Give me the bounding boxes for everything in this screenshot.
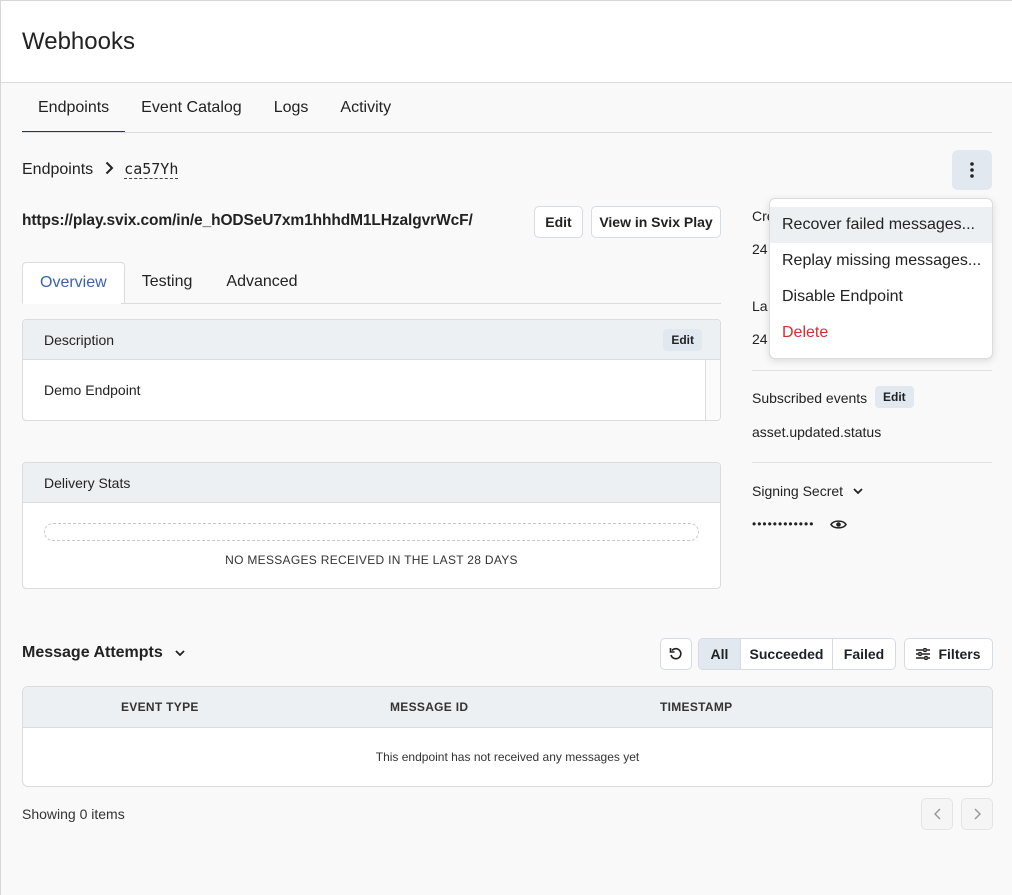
endpoint-actions-menu: Recover failed messages... Replay missin… (769, 198, 993, 359)
message-attempts-title: Message Attempts (22, 644, 163, 661)
menu-item-replay-missing[interactable]: Replay missing messages... (770, 243, 992, 279)
description-card-header: Description Edit (23, 320, 720, 360)
column-event-type: EVENT TYPE (121, 700, 199, 714)
refresh-icon (669, 647, 682, 660)
subscribed-event-item: asset.updated.status (752, 424, 882, 440)
last-value: 24 (752, 331, 768, 347)
subtab-advanced[interactable]: Advanced (209, 262, 314, 304)
created-value: 24 (752, 241, 768, 257)
signing-secret-toggle[interactable]: Signing Secret (752, 483, 863, 499)
eye-icon (830, 520, 847, 529)
status-filter-group: All Succeeded Failed (698, 638, 896, 670)
breadcrumb: Endpoints ca57Yh (22, 160, 179, 179)
subtab-testing[interactable]: Testing (125, 262, 210, 304)
sliders-icon (916, 648, 931, 660)
filter-all-button[interactable]: All (699, 639, 740, 669)
table-header: EVENT TYPE MESSAGE ID TIMESTAMP (23, 687, 992, 728)
breadcrumb-root[interactable]: Endpoints (22, 161, 93, 179)
description-card: Description Edit Demo Endpoint (22, 319, 721, 421)
signing-secret-value: •••••••••••• (752, 517, 815, 531)
endpoint-subtabs: Overview Testing Advanced (22, 262, 315, 304)
items-count: Showing 0 items (22, 806, 125, 822)
menu-item-recover-failed[interactable]: Recover failed messages... (770, 207, 992, 243)
description-text: Demo Endpoint (44, 382, 141, 398)
subscribed-events-label: Subscribed events (752, 390, 868, 406)
show-secret-button[interactable] (830, 518, 847, 536)
tab-event-catalog[interactable]: Event Catalog (125, 83, 258, 133)
filter-failed-button[interactable]: Failed (832, 639, 895, 669)
side-divider (752, 370, 992, 371)
message-attempts-table: EVENT TYPE MESSAGE ID TIMESTAMP This end… (22, 686, 993, 787)
more-actions-button[interactable] (952, 150, 992, 190)
signing-secret-label: Signing Secret (752, 483, 844, 499)
edit-description-button[interactable]: Edit (663, 329, 702, 351)
tab-endpoints[interactable]: Endpoints (22, 83, 126, 133)
column-timestamp: TIMESTAMP (660, 700, 733, 714)
filters-button[interactable]: Filters (904, 638, 993, 670)
stats-bar-placeholder (44, 523, 699, 541)
chevron-right-icon (105, 161, 114, 178)
view-in-svix-play-button[interactable]: View in Svix Play (591, 206, 721, 238)
column-message-id: MESSAGE ID (390, 700, 469, 714)
chevron-down-icon (853, 488, 863, 494)
breadcrumb-current: ca57Yh (124, 160, 179, 179)
chevron-right-icon (973, 808, 981, 820)
endpoint-url: https://play.svix.com/in/e_hODSeU7xm1hhh… (22, 212, 473, 229)
filter-succeeded-button[interactable]: Succeeded (740, 639, 832, 669)
edit-url-button[interactable]: Edit (534, 206, 583, 238)
tab-activity[interactable]: Activity (324, 83, 407, 133)
table-empty-message: This endpoint has not received any messa… (375, 750, 640, 764)
menu-item-delete[interactable]: Delete (770, 315, 992, 351)
kebab-icon (970, 162, 974, 178)
tab-logs[interactable]: Logs (258, 83, 325, 133)
previous-page-button[interactable] (921, 798, 953, 830)
delivery-stats-card: Delivery Stats NO MESSAGES RECEIVED IN T… (22, 462, 721, 589)
page-title: Webhooks (22, 28, 135, 55)
tabs-divider (22, 132, 992, 133)
delivery-stats-title: Delivery Stats (44, 474, 131, 491)
subtab-overview[interactable]: Overview (22, 262, 125, 304)
description-scrollbar[interactable] (705, 360, 720, 420)
next-page-button[interactable] (961, 798, 993, 830)
side-divider (752, 462, 992, 463)
message-attempts-toggle[interactable]: Message Attempts (22, 644, 185, 662)
description-card-title: Description (44, 331, 115, 348)
page-header: Webhooks (1, 1, 1012, 83)
menu-item-disable-endpoint[interactable]: Disable Endpoint (770, 279, 992, 315)
chevron-down-icon (175, 650, 185, 656)
filters-label: Filters (938, 646, 981, 662)
stats-empty-message: NO MESSAGES RECEIVED IN THE LAST 28 DAYS (225, 553, 518, 567)
edit-subscribed-events-button[interactable]: Edit (875, 386, 914, 408)
main-tabs: Endpoints Event Catalog Logs Activity (22, 83, 407, 133)
subtabs-divider (121, 303, 721, 304)
delivery-stats-header: Delivery Stats (23, 463, 720, 503)
refresh-button[interactable] (660, 638, 692, 670)
last-label: La (752, 298, 768, 314)
chevron-left-icon (933, 808, 941, 820)
